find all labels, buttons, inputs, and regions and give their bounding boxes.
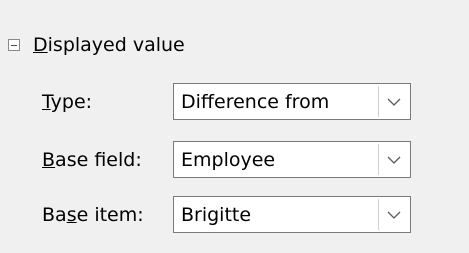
type-dropdown-value: Difference from (181, 91, 330, 113)
displayed-value-panel: Displayed value Type: Difference from Ba… (0, 0, 469, 253)
base-field-dropdown-value: Employee (181, 149, 276, 171)
type-label: Type: (42, 91, 92, 113)
base-field-dropdown[interactable]: Employee (173, 141, 411, 178)
section-title: Displayed value (33, 34, 185, 56)
type-label-access-key: T (42, 91, 51, 113)
base-item-label-pre: Ba (42, 204, 67, 226)
base-item-label: Base item: (42, 204, 144, 226)
base-field-row: Base field: Employee (0, 141, 469, 179)
collapse-icon[interactable] (8, 39, 20, 51)
base-field-label: Base field: (42, 149, 142, 171)
base-item-dropdown[interactable]: Brigitte (173, 196, 411, 233)
base-item-dropdown-button[interactable] (378, 199, 408, 230)
chevron-down-icon (387, 211, 400, 219)
section-title-rest: isplayed value (47, 34, 185, 56)
displayed-value-section-header[interactable]: Displayed value (8, 32, 185, 58)
type-dropdown[interactable]: Difference from (173, 83, 411, 120)
base-item-label-access-key: s (66, 204, 77, 226)
base-item-dropdown-value: Brigitte (181, 204, 252, 226)
base-field-label-access-key: B (42, 149, 56, 171)
base-item-row: Base item: Brigitte (0, 196, 469, 234)
type-label-post: ype: (50, 91, 93, 113)
base-item-label-post: e item: (76, 204, 144, 226)
type-row: Type: Difference from (0, 83, 469, 121)
chevron-down-icon (387, 98, 400, 106)
section-title-access-key: D (33, 34, 48, 56)
chevron-down-icon (387, 156, 400, 164)
base-field-label-post: ase field: (55, 149, 142, 171)
type-dropdown-button[interactable] (378, 86, 408, 117)
base-field-dropdown-button[interactable] (378, 144, 408, 175)
